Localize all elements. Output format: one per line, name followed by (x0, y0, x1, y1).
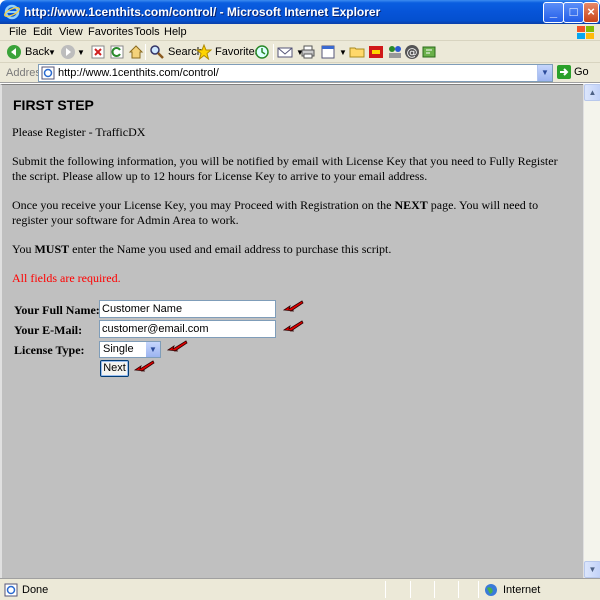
extension-button-3[interactable] (421, 43, 440, 61)
window-title: http://www.1centhits.com/control/ - Micr… (24, 5, 381, 19)
menu-file[interactable]: File (9, 26, 27, 38)
globe-icon (485, 584, 497, 596)
star-icon (196, 44, 212, 60)
next-button[interactable]: Next (100, 360, 129, 377)
address-dropdown-button[interactable]: ▼ (537, 65, 552, 81)
back-dropdown[interactable]: ▼ (48, 43, 56, 61)
required-notice: All fields are required. (12, 271, 121, 285)
pointer-arrow-icon (133, 360, 155, 372)
internet-explorer-icon (4, 4, 20, 20)
license-label: License Type: (14, 343, 85, 357)
print-button[interactable] (300, 43, 319, 61)
next-step-paragraph: Once you receive your License Key, you m… (12, 198, 539, 227)
windows-logo-icon (577, 26, 594, 39)
license-type-value: Single (103, 343, 134, 355)
name-row: Your Full Name: (12, 300, 573, 320)
mail-icon (277, 47, 293, 58)
back-arrow-icon (7, 45, 21, 59)
refresh-icon (110, 45, 124, 59)
close-button[interactable]: × (583, 2, 599, 23)
page-icon (4, 583, 18, 597)
page-title: FIRST STEP (13, 97, 94, 113)
license-row: License Type: Single ▼ (12, 340, 573, 360)
go-label: Go (574, 66, 589, 78)
menu-bar: File Edit View Favorites Tools Help (0, 24, 600, 41)
name-label: Your Full Name: (14, 303, 100, 317)
page-content: FIRST STEP Please Register - TrafficDX S… (0, 84, 583, 578)
edit-button[interactable]: ▼ (320, 43, 347, 61)
history-button[interactable] (254, 43, 273, 61)
full-name-input[interactable] (99, 300, 276, 318)
scroll-down-button[interactable]: ▼ (584, 561, 600, 578)
menu-favorites[interactable]: Favorites (88, 26, 133, 38)
edit-page-icon (321, 45, 335, 59)
red-badge-icon (369, 46, 383, 58)
go-arrow-icon (557, 65, 571, 79)
page-icon (41, 66, 55, 80)
intro-text: Please Register - TrafficDX (12, 125, 146, 139)
security-zone: Internet (484, 583, 540, 597)
home-icon (128, 45, 144, 59)
vertical-scrollbar[interactable]: ▲ ▼ (583, 84, 600, 578)
status-bar: Done Internet (0, 578, 600, 600)
minimize-button[interactable]: _ (543, 2, 564, 23)
forward-arrow-icon (61, 45, 75, 59)
folder-icon (349, 47, 365, 58)
stop-button[interactable] (90, 43, 109, 61)
puzzle-icon (422, 46, 436, 58)
submit-row: Next (12, 360, 573, 380)
toolbar: Back ▼ ▼ Search Favorites ▼ ▼ @ (0, 41, 600, 63)
instructions-paragraph: Submit the following information, you wi… (12, 154, 558, 183)
menu-view[interactable]: View (59, 26, 83, 38)
maximize-button[interactable]: □ (563, 2, 584, 23)
search-button[interactable]: Search (149, 43, 203, 61)
address-input[interactable]: http://www.1centhits.com/control/ ▼ (38, 64, 553, 82)
history-icon (255, 45, 269, 59)
scroll-up-button[interactable]: ▲ (584, 84, 600, 101)
menu-tools[interactable]: Tools (134, 26, 160, 38)
email-row: Your E-Mail: (12, 320, 573, 340)
back-button[interactable]: Back (6, 43, 49, 61)
address-url: http://www.1centhits.com/control/ (58, 67, 219, 79)
registration-form: Your Full Name: Your E-Mail: License Typ… (12, 300, 573, 380)
discuss-button[interactable] (349, 43, 368, 61)
title-bar[interactable]: http://www.1centhits.com/control/ - Micr… (0, 0, 600, 24)
must-paragraph: You MUST enter the Name you used and ema… (12, 242, 392, 256)
forward-dropdown[interactable]: ▼ (77, 43, 85, 61)
address-bar: Address http://www.1centhits.com/control… (0, 63, 600, 83)
pointer-arrow-icon (282, 320, 304, 332)
at-sign-icon: @ (405, 45, 419, 59)
go-button[interactable]: Go (557, 65, 589, 79)
favorites-button[interactable]: Favorites (196, 43, 260, 61)
pointer-arrow-icon (282, 300, 304, 312)
license-type-select[interactable]: Single ▼ (99, 341, 161, 358)
email-input[interactable] (99, 320, 276, 338)
status-text: Done (4, 583, 48, 597)
chevron-down-icon[interactable]: ▼ (146, 342, 160, 357)
printer-icon (301, 45, 315, 59)
search-icon (150, 45, 164, 59)
menu-help[interactable]: Help (164, 26, 187, 38)
stop-icon (91, 45, 105, 59)
pointer-arrow-icon (166, 340, 188, 352)
extension-button-1[interactable] (368, 43, 387, 61)
back-label: Back (25, 46, 50, 58)
svg-text:@: @ (407, 46, 418, 59)
email-label: Your E-Mail: (14, 323, 83, 337)
messenger-icon (389, 46, 401, 58)
menu-edit[interactable]: Edit (33, 26, 52, 38)
refresh-button[interactable] (109, 43, 128, 61)
